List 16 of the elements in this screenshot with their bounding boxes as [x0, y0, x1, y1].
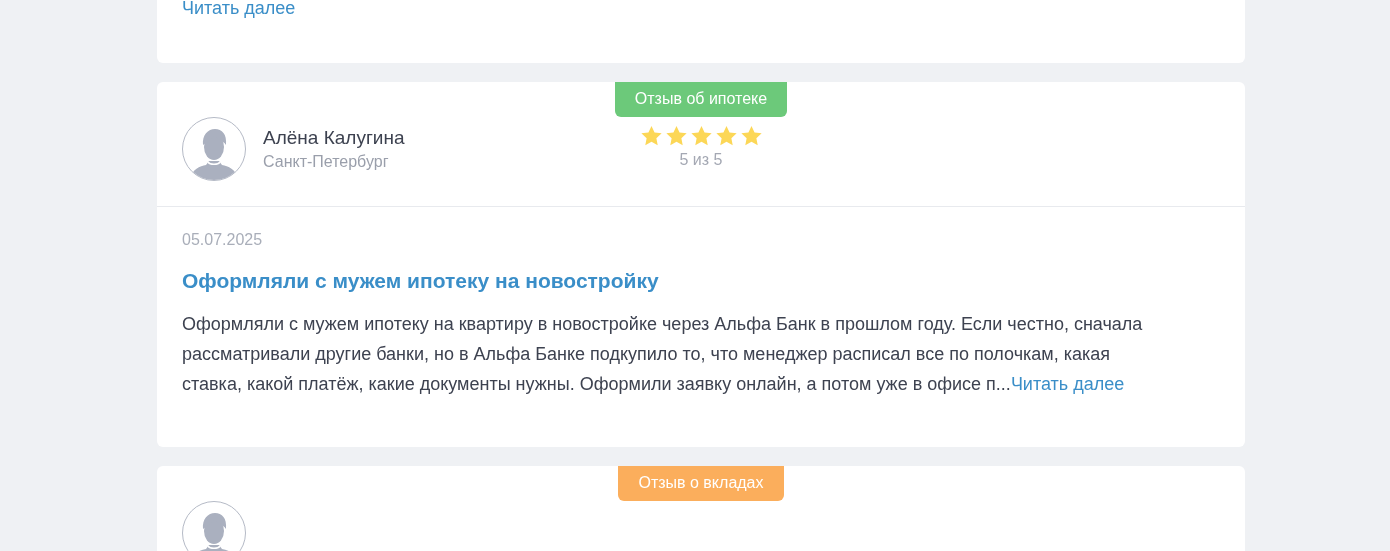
avatar-icon: [182, 117, 246, 181]
read-more-link[interactable]: Читать далее: [182, 0, 296, 19]
review-date: 05.07.2025: [182, 231, 264, 249]
review-category-badge: Отзыв об ипотеке: [614, 82, 788, 117]
review-text: Оформляли с мужем ипотеку на квартиру в новостройке через Альфа Банк в прошлом году. Если честно, сначала рассматривали другие банки, но в Альфа Банке подкупило то, что менеджер расписал все по полочкам, какая ставка, какой платёж, какие документы нужны. Оформили заявку онлайн, а потом уже в офисе п...Читать далее: [182, 313, 1144, 396]
star-icon: [664, 125, 688, 147]
rating-text: 5 из 5: [679, 151, 723, 169]
star-icon: [689, 125, 713, 147]
read-more-link[interactable]: Читать далее: [1010, 374, 1125, 394]
star-icon: [714, 125, 738, 147]
star-icon: [739, 125, 763, 147]
reviewer-city: Санкт-Петербург: [263, 153, 390, 171]
review-title: Оформляли с мужем ипотеку на новостройку: [182, 269, 660, 293]
review-category-badge: Отзыв о вкладах: [618, 466, 784, 501]
star-icon: [639, 125, 663, 147]
reviewer-name: Алёна Калугина: [263, 127, 405, 149]
